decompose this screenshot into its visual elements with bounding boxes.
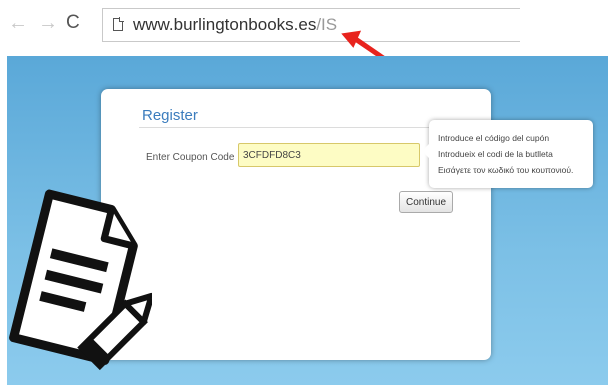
coupon-label: Enter Coupon Code: [146, 152, 235, 163]
dialog-title: Register: [142, 107, 198, 124]
continue-button[interactable]: Continue: [399, 191, 453, 213]
document-with-pencil-icon: [9, 189, 152, 371]
address-bar[interactable]: www.burlingtonbooks.es/IS: [102, 8, 520, 42]
url-path: /IS: [316, 15, 338, 34]
url-domain: www.burlingtonbooks.es: [133, 15, 317, 34]
back-arrow-icon[interactable]: ←: [8, 13, 28, 33]
coupon-input[interactable]: [238, 143, 420, 167]
coupon-tooltip: Introduce el código del cupón Introdueix…: [422, 120, 593, 188]
forward-arrow-icon[interactable]: →: [38, 13, 58, 33]
reload-icon[interactable]: C: [66, 13, 80, 33]
title-divider: [139, 127, 471, 128]
tooltip-line: Introdueix el codi de la butlleta: [438, 149, 553, 159]
url-text[interactable]: www.burlingtonbooks.es/IS: [133, 15, 337, 35]
browser-toolbar: ← → C www.burlingtonbooks.es/IS: [0, 0, 608, 56]
page-icon: [113, 17, 124, 31]
tooltip-line: Εισάγετε τον κωδικό του κουπονιού.: [438, 165, 574, 175]
tooltip-line: Introduce el código del cupón: [438, 133, 550, 143]
